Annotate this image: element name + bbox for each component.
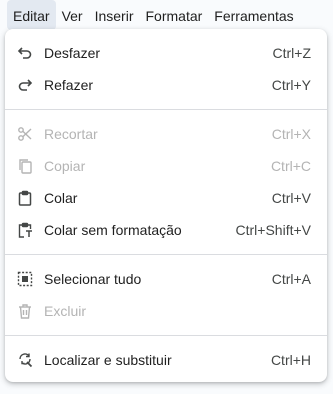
menu-ferramentas[interactable]: Ferramentas (208, 0, 299, 30)
edit-menu-dropdown: Desfazer Ctrl+Z Refazer Ctrl+Y Recortar … (5, 29, 327, 382)
copy-icon (17, 158, 33, 174)
menu-item-copy[interactable]: Copiar Ctrl+C (5, 150, 327, 182)
delete-label: Excluir (44, 303, 87, 319)
paste-plain-shortcut: Ctrl+Shift+V (235, 222, 311, 238)
menu-item-undo[interactable]: Desfazer Ctrl+Z (5, 37, 327, 69)
select-all-label: Selecionar tudo (44, 271, 142, 287)
undo-icon (17, 45, 33, 61)
copy-shortcut: Ctrl+C (270, 158, 311, 174)
clipboard-icon (17, 190, 33, 206)
redo-label: Refazer (44, 77, 94, 93)
menu-item-redo[interactable]: Refazer Ctrl+Y (5, 69, 327, 101)
redo-shortcut: Ctrl+Y (271, 77, 311, 93)
menu-editar[interactable]: Editar (7, 0, 56, 30)
find-replace-shortcut: Ctrl+H (270, 352, 311, 368)
cut-shortcut: Ctrl+X (271, 126, 311, 142)
trash-icon (17, 303, 33, 319)
menu-inserir[interactable]: Inserir (89, 0, 140, 30)
menu-ver[interactable]: Ver (56, 0, 89, 30)
paste-label: Colar (44, 190, 78, 206)
menu-item-find-replace[interactable]: Localizar e substituir Ctrl+H (5, 344, 327, 376)
menu-formatar[interactable]: Formatar (140, 0, 209, 30)
menu-item-select-all[interactable]: Selecionar tudo Ctrl+A (5, 263, 327, 295)
menu-item-cut[interactable]: Recortar Ctrl+X (5, 118, 327, 150)
menu-separator (5, 254, 327, 255)
redo-icon (17, 77, 33, 93)
copy-label: Copiar (44, 158, 86, 174)
menu-separator (5, 109, 327, 110)
paste-plain-label: Colar sem formatação (44, 222, 182, 238)
paste-shortcut: Ctrl+V (271, 190, 311, 206)
menu-item-paste[interactable]: Colar Ctrl+V (5, 182, 327, 214)
find-replace-label: Localizar e substituir (44, 352, 172, 368)
clipboard-plain-icon (17, 222, 33, 238)
scissors-icon (17, 126, 33, 142)
select-all-shortcut: Ctrl+A (271, 271, 311, 287)
menu-item-paste-plain[interactable]: Colar sem formatação Ctrl+Shift+V (5, 214, 327, 246)
menu-separator (5, 335, 327, 336)
find-replace-icon (17, 352, 33, 368)
select-all-icon (17, 271, 33, 287)
editor-page: Editar Ver Inserir Formatar Ferramentas … (0, 0, 333, 394)
undo-shortcut: Ctrl+Z (272, 45, 312, 61)
undo-label: Desfazer (44, 45, 101, 61)
cut-label: Recortar (44, 126, 98, 142)
menu-item-delete[interactable]: Excluir (5, 295, 327, 327)
